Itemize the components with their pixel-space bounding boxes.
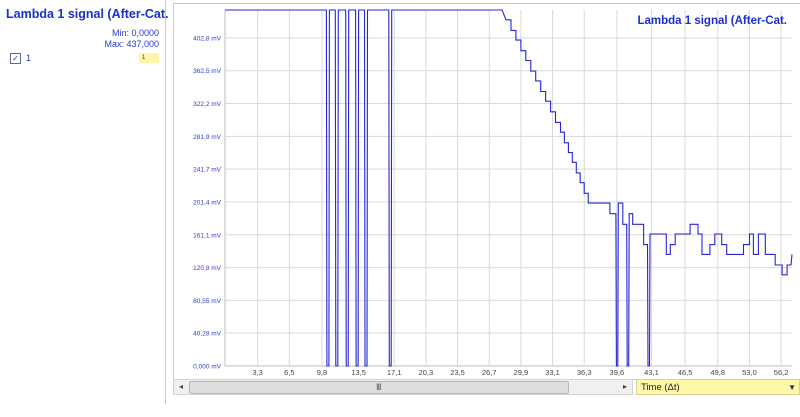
chart-area[interactable]: 0,000 mV 40,28 mV 80,55 mV 120,8 mV 161,1 mV… xyxy=(173,3,800,380)
y-tick-label: 80,55 mV xyxy=(193,298,221,305)
chevron-down-icon[interactable]: ▼ xyxy=(788,381,796,394)
x-tick-label: 23,5 xyxy=(450,368,465,377)
y-tick-label: 0,000 mV xyxy=(193,364,221,371)
y-tick-label: 362,5 mV xyxy=(193,68,221,75)
y-tick-label: 322,2 mV xyxy=(193,101,221,108)
x-tick-label: 39,6 xyxy=(610,368,625,377)
x-tick-label: 20,3 xyxy=(419,368,434,377)
x-tick-label: 6,5 xyxy=(284,368,294,377)
grip-icon: III xyxy=(376,382,381,392)
scroll-thumb[interactable]: III xyxy=(189,381,569,394)
scroll-left-icon[interactable]: ◂ xyxy=(174,380,188,394)
series-line xyxy=(225,9,793,367)
x-tick-label: 3,3 xyxy=(252,368,262,377)
channel-color-swatch[interactable]: 1 xyxy=(139,53,159,63)
y-tick-label: 161,1 mV xyxy=(193,232,221,239)
x-tick-label: 36,3 xyxy=(577,368,592,377)
x-tick-label: 43,1 xyxy=(644,368,659,377)
scroll-right-icon[interactable]: ▸ xyxy=(618,380,632,394)
y-tick-label: 402,8 mV xyxy=(193,35,221,42)
channel-checkbox[interactable]: ✓ xyxy=(10,53,21,64)
x-tick-label: 53,0 xyxy=(742,368,757,377)
y-tick-label: 241,7 mV xyxy=(193,167,221,174)
x-tick-label: 9,8 xyxy=(317,368,327,377)
x-tick-label: 56,2 xyxy=(774,368,789,377)
x-tick-label: 49,8 xyxy=(710,368,725,377)
x-axis-select[interactable]: Time (Δt) ▼ xyxy=(636,379,800,395)
x-tick-label: 13,5 xyxy=(351,368,366,377)
y-tick-label: 120,8 mV xyxy=(193,265,221,272)
x-tick-label: 26,7 xyxy=(482,368,497,377)
y-tick-label: 281,9 mV xyxy=(193,134,221,141)
line-chart: 0,000 mV 40,28 mV 80,55 mV 120,8 mV 161,1 mV… xyxy=(193,9,793,377)
x-axis-selected-value: Time (Δt) xyxy=(641,382,680,393)
horizontal-scrollbar[interactable]: ◂ III ▸ xyxy=(173,379,633,395)
x-tick-label: 33,1 xyxy=(545,368,560,377)
max-value: Max: 437,000 xyxy=(104,39,159,49)
x-tick-label: 29,9 xyxy=(514,368,529,377)
channel-label: 1 xyxy=(26,53,32,63)
x-tick-label: 46,5 xyxy=(678,368,693,377)
min-value: Min: 0,0000 xyxy=(111,28,159,38)
chart-title: Lambda 1 signal (After-Cat. xyxy=(637,15,787,27)
y-tick-label: 201,4 mV xyxy=(193,199,221,206)
panel-title: Lambda 1 signal (After-Cat. xyxy=(6,7,169,21)
x-tick-label: 17,1 xyxy=(387,368,402,377)
channel-panel: Lambda 1 signal (After-Cat. Min: 0,0000 … xyxy=(0,0,169,404)
y-tick-label: 40,28 mV xyxy=(193,331,221,338)
